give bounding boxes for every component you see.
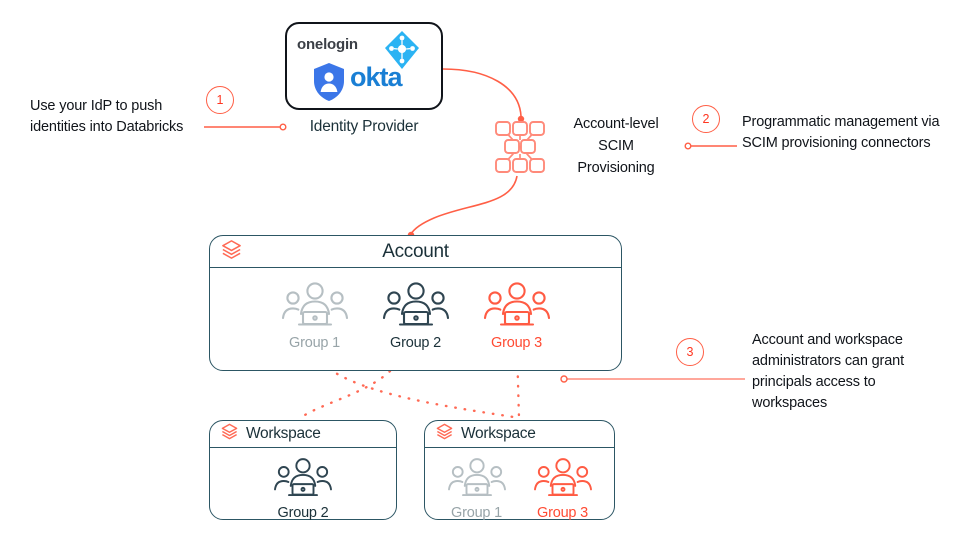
workspace-b-groups: Group 1 Group 3 bbox=[425, 448, 614, 521]
group-label: Group 1 bbox=[289, 335, 340, 351]
group-card[interactable]: Group 3 bbox=[532, 457, 594, 521]
account-groups: Group 1 Group 2 Group 3 bbox=[210, 268, 621, 351]
callout-1-text: Use your IdP to push identities into Dat… bbox=[30, 98, 184, 135]
account-title: Account bbox=[382, 240, 449, 262]
scim-network-mesh-icon bbox=[494, 120, 546, 179]
databricks-stack-logo bbox=[220, 238, 243, 266]
onelogin-logo: onelogin bbox=[297, 36, 358, 53]
callout-badge-2[interactable]: 2 bbox=[692, 105, 720, 133]
okta-logo: okta bbox=[350, 62, 403, 92]
group-people-icon bbox=[482, 281, 552, 334]
leader-line-2 bbox=[684, 142, 737, 150]
group-label: Group 2 bbox=[390, 335, 441, 351]
leader-line-3 bbox=[560, 375, 745, 383]
workspace-b-header: Workspace bbox=[425, 421, 614, 448]
group-label: Group 3 bbox=[491, 335, 542, 351]
workspace-b-title: Workspace bbox=[461, 425, 536, 442]
group-label: Group 1 bbox=[451, 505, 502, 521]
group-label: Group 3 bbox=[537, 505, 588, 521]
databricks-stack-logo bbox=[220, 422, 239, 446]
arrow-idp-to-scim bbox=[442, 68, 525, 123]
workspace-a-box[interactable]: Workspace Group 2 bbox=[209, 420, 397, 521]
callout-badge-3[interactable]: 3 bbox=[676, 338, 704, 366]
group-card[interactable]: Group 1 bbox=[446, 457, 508, 521]
workspace-b-box[interactable]: Workspace Group 1 Group 3 bbox=[424, 420, 615, 521]
leader-line-1 bbox=[204, 123, 287, 131]
group-people-icon bbox=[272, 457, 334, 504]
group-label: Group 2 bbox=[277, 505, 329, 521]
workspace-a-header: Workspace bbox=[210, 421, 396, 448]
scim-caption-line-2: SCIM bbox=[598, 138, 634, 154]
callout-badge-1[interactable]: 1 bbox=[206, 86, 234, 114]
workspace-a-title: Workspace bbox=[246, 425, 321, 442]
databricks-stack-logo bbox=[435, 422, 454, 446]
group-card[interactable]: Group 3 bbox=[482, 281, 552, 351]
callout-2-text: Programmatic management via SCIM provisi… bbox=[742, 114, 940, 151]
account-box[interactable]: Account Group 1 Group 2 Group 3 bbox=[209, 235, 622, 371]
entra-shield-user-icon bbox=[312, 62, 346, 107]
scim-caption-line-1: Account-level bbox=[573, 116, 659, 132]
arrow-scim-to-account bbox=[407, 175, 518, 239]
group-card[interactable]: Group 2 bbox=[381, 281, 451, 351]
group-people-icon bbox=[532, 457, 594, 504]
group-card[interactable]: Group 1 bbox=[280, 281, 350, 351]
account-header: Account bbox=[210, 236, 621, 268]
group-people-icon bbox=[280, 281, 350, 334]
group-card[interactable]: Group 2 bbox=[272, 457, 334, 521]
identity-provider-caption: Identity Provider bbox=[309, 118, 419, 135]
callout-3-text: Account and workspace administrators can… bbox=[752, 332, 904, 411]
workspace-a-groups: Group 2 bbox=[210, 448, 396, 521]
scim-caption: Account-level SCIM Provisioning bbox=[550, 113, 682, 179]
group-people-icon bbox=[381, 281, 451, 334]
diagram-canvas: Use your IdP to push identities into Dat… bbox=[0, 0, 960, 540]
group-people-icon bbox=[446, 457, 508, 504]
identity-provider-box[interactable]: onelogin okta bbox=[285, 22, 443, 110]
scim-caption-line-3: Provisioning bbox=[577, 160, 655, 176]
